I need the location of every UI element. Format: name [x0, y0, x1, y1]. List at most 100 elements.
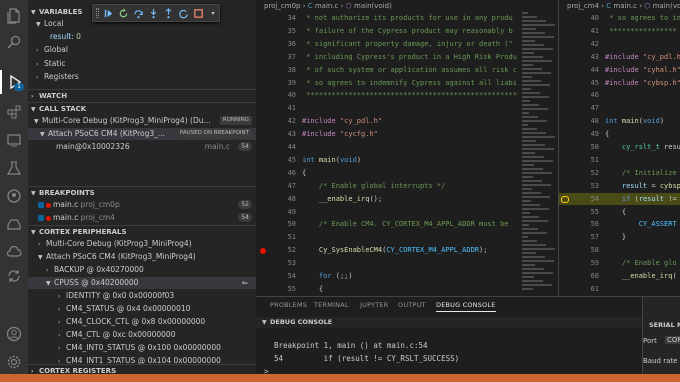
code-text[interactable]: * so agrees to indemnify Cypress against… [302, 77, 517, 90]
code-line[interactable]: 56 CY_ASSERT [559, 218, 680, 231]
code-text[interactable]: if (result != [605, 193, 677, 206]
breakpoints-header[interactable]: ▼ BREAKPOINTS [28, 186, 256, 198]
register-item[interactable]: › IDENTITY @ 0x0 0x00000f03 [28, 290, 256, 302]
files-icon[interactable] [0, 4, 28, 28]
code-line[interactable]: 52 /* Initialize [559, 167, 680, 180]
code-text[interactable]: #include "cy_pdl.h [605, 51, 680, 64]
code-line[interactable]: 40 * so agrees to ind [559, 12, 680, 25]
code-text[interactable]: /* Initialize [605, 167, 677, 180]
code-line[interactable]: 49 { [559, 128, 680, 141]
code-line[interactable]: 34 * not authorize its products for use … [256, 12, 558, 25]
code-line[interactable]: 54 if (result != [559, 192, 680, 206]
code-line[interactable]: 43 #include "cy_pdl.h [559, 51, 680, 64]
code-line[interactable]: 54 for (;;) [256, 270, 558, 283]
code-line[interactable]: 47 [559, 102, 680, 115]
code-text[interactable]: * including Cypress's product in a High … [302, 51, 517, 64]
code-text[interactable]: CY_ASSERT [605, 218, 677, 231]
code-line[interactable]: 41 **************** [559, 25, 680, 38]
line-number[interactable]: 45 [559, 77, 599, 90]
testing-icon[interactable] [0, 156, 28, 180]
tab-terminal[interactable]: TERMINAL [314, 301, 349, 309]
line-number[interactable]: 52 [559, 167, 599, 180]
line-number[interactable]: 55 [559, 206, 599, 219]
line-number[interactable]: 40 [256, 89, 296, 102]
code-line[interactable]: 49 [256, 206, 558, 219]
pin-icon[interactable]: ⇐ [242, 277, 248, 289]
code-line[interactable]: 50 /* Enable CM4. CY_CORTEX_M4_APPL_ADDR… [256, 218, 558, 231]
breadcrumb[interactable]: proj_cm4 › C main.c › ⬡ main(void) [559, 0, 680, 12]
code-line[interactable]: 46 { [256, 167, 558, 180]
register-item[interactable]: › CM4_CTL @ 0xc 0x00000000 [28, 329, 256, 341]
scope-static[interactable]: › Static [28, 58, 256, 70]
line-number[interactable]: 56 [559, 218, 599, 231]
code-text[interactable]: { [605, 206, 626, 219]
code-text[interactable]: * significant property damage, injury or… [302, 38, 513, 51]
reverse-icon[interactable] [177, 7, 189, 19]
register-item[interactable]: › CM4_STATUS @ 0x4 0x00000010 [28, 303, 256, 315]
code-text[interactable]: /* Enable CM4. CY_CORTEX_M4_APPL_ADDR mu… [302, 218, 509, 231]
code-line[interactable]: 60 __enable_irq( [559, 270, 680, 283]
debug-thread[interactable]: ▼ Attach PSoC6 CM4 (KitProg3_... PAUSED O… [28, 128, 256, 140]
code-text[interactable]: /* Enable global interrupts */ [302, 180, 445, 193]
code-text[interactable]: #include "cyhal.h" [605, 64, 680, 77]
code-text[interactable]: #include "cycfg.h" [302, 128, 378, 141]
line-number[interactable]: 49 [559, 128, 599, 141]
search-icon[interactable] [0, 30, 28, 54]
line-number[interactable]: 44 [559, 64, 599, 77]
line-number[interactable]: 60 [559, 270, 599, 283]
peripheral-item[interactable]: ▼ Attach PSoC6 CM4 (KitProg3_MiniProg4) [28, 251, 256, 263]
port-tab[interactable]: COM [665, 336, 680, 344]
serial-monitor-header[interactable]: SERIAL M [649, 321, 680, 329]
continue-icon[interactable] [102, 7, 114, 19]
code-line[interactable]: 40 *************************************… [256, 89, 558, 102]
register-item[interactable]: › CM4_CLOCK_CTL @ 0x8 0x00000000 [28, 316, 256, 328]
step-over-icon[interactable] [132, 7, 144, 19]
line-number[interactable]: 53 [559, 180, 599, 193]
scope-global[interactable]: › Global [28, 44, 256, 56]
line-number[interactable]: 41 [559, 25, 599, 38]
breakpoint-item[interactable]: main.c proj_cm0p 52 [28, 199, 256, 211]
line-number[interactable]: 46 [559, 89, 599, 102]
line-number[interactable]: 50 [256, 218, 296, 231]
settings-sync-icon[interactable] [0, 264, 28, 288]
code-text[interactable]: cy_rslt_t resu [605, 141, 680, 154]
code-text[interactable]: * not authorize its products for use in … [302, 12, 513, 25]
code-text[interactable]: { [605, 128, 609, 141]
code-line[interactable]: 53 [256, 257, 558, 270]
extensions-icon[interactable] [0, 100, 28, 124]
line-number[interactable]: 37 [256, 51, 296, 64]
line-number[interactable]: 40 [559, 12, 599, 25]
breakpoint-icon[interactable] [260, 247, 266, 254]
code-text[interactable]: } [605, 231, 626, 244]
line-number[interactable]: 59 [559, 257, 599, 270]
line-number[interactable]: 49 [256, 206, 296, 219]
grip-icon[interactable] [96, 8, 99, 18]
line-number[interactable]: 41 [256, 102, 296, 115]
chevron-down-icon[interactable]: ▾ [207, 7, 219, 19]
source-control-icon[interactable] [0, 212, 28, 236]
code-text[interactable]: /* Enable glo [605, 257, 677, 270]
line-number[interactable]: 46 [256, 167, 296, 180]
line-number[interactable]: 53 [256, 257, 296, 270]
step-out-icon[interactable] [162, 7, 174, 19]
code-line[interactable]: 37 * including Cypress's product in a Hi… [256, 51, 558, 64]
line-number[interactable]: 54 [256, 270, 296, 283]
code-line[interactable]: 38 * of such system or application assum… [256, 64, 558, 77]
checkbox-icon[interactable] [38, 202, 44, 208]
code-text[interactable]: **************** [605, 25, 676, 38]
line-number[interactable]: 48 [559, 115, 599, 128]
code-line[interactable]: 55 { [559, 206, 680, 219]
restart-icon[interactable] [117, 7, 129, 19]
code-text[interactable]: { [302, 283, 323, 296]
line-number[interactable]: 43 [256, 128, 296, 141]
debug-session[interactable]: ▼ Multi-Core Debug (KitProg3_MiniProg4) (… [28, 115, 256, 127]
tab-output[interactable]: OUTPUT [398, 301, 426, 309]
code-text[interactable]: Cy_SysEnableCM4(CY_CORTEX_M4_APPL_ADDR); [302, 244, 488, 257]
register-item[interactable]: › CM4_INT0_STATUS @ 0x100 0x00000000 [28, 342, 256, 354]
line-number[interactable]: 42 [256, 115, 296, 128]
line-number[interactable]: 47 [559, 102, 599, 115]
code-text[interactable]: #include "cy_pdl.h" [302, 115, 382, 128]
code-line[interactable]: 43 #include "cycfg.h" [256, 128, 558, 141]
breakpoint-item[interactable]: main.c proj_cm4 54 [28, 212, 256, 224]
code-text[interactable]: { [302, 167, 306, 180]
